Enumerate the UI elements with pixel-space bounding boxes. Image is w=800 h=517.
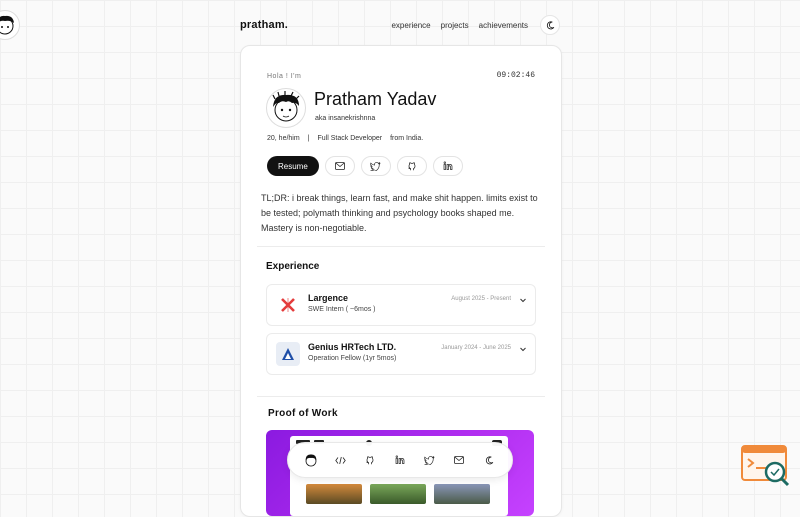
proof-of-work-heading: Proof of Work (268, 408, 338, 419)
project-thumbnail (306, 484, 362, 504)
genius-hrtech-logo (276, 342, 300, 366)
code-icon (335, 456, 346, 464)
chevron-down-icon[interactable] (519, 296, 527, 304)
twitter-icon (424, 455, 435, 465)
mail-icon (454, 456, 465, 464)
experience-date: August 2025 - Present (451, 296, 511, 302)
project-thumbnail (434, 484, 490, 504)
experience-heading: Experience (266, 261, 320, 272)
profile-avatar (266, 88, 306, 128)
divider (257, 396, 545, 397)
nav-achievements[interactable]: achievements (479, 21, 528, 30)
dock-linkedin[interactable] (391, 451, 409, 469)
chevron-down-icon[interactable] (519, 345, 527, 353)
largence-logo (276, 293, 300, 317)
clock: 09:02:46 (496, 71, 535, 80)
resume-button[interactable]: Resume (267, 156, 319, 176)
experience-item-genius-hrtech[interactable]: Genius HRTech LTD. Operation Fellow (1yr… (266, 333, 536, 375)
github-button[interactable] (396, 156, 427, 176)
nav-projects[interactable]: projects (441, 21, 469, 30)
divider (257, 246, 545, 247)
nav-experience[interactable]: experience (391, 21, 430, 30)
nav-links: experience projects achievements (391, 15, 560, 35)
moon-icon (546, 20, 554, 29)
moon-icon (485, 455, 493, 464)
profile-meta: 20, he/him | Full Stack Developer from I… (267, 135, 423, 142)
dock-theme-toggle[interactable] (480, 451, 498, 469)
floating-assistant-widget[interactable] (740, 443, 792, 489)
age-pronouns: 20, he/him (267, 135, 300, 142)
dock-email[interactable] (450, 451, 468, 469)
experience-role: SWE Intern ( ~6mos ) (308, 306, 376, 313)
meta-separator: | (307, 135, 310, 142)
github-icon (408, 162, 416, 171)
code-search-icon (741, 445, 790, 487)
floating-dock (287, 442, 513, 478)
experience-role: Operation Fellow (1yr 5mos) (308, 355, 397, 362)
theme-toggle-button[interactable] (540, 15, 560, 35)
bio-text: TL;DR: i break things, learn fast, and m… (261, 193, 538, 233)
email-button[interactable] (324, 156, 355, 176)
linkedin-button[interactable] (432, 156, 463, 176)
corner-avatar[interactable] (0, 10, 20, 40)
site-logo[interactable]: pratham. (240, 19, 288, 31)
profile-role: Full Stack Developer (317, 135, 383, 142)
mail-icon (334, 162, 345, 170)
dock-home-avatar[interactable] (302, 451, 320, 469)
greeting-text: Hola ! I'm (267, 73, 302, 80)
experience-date: January 2024 - June 2025 (441, 345, 511, 351)
experience-company: Genius HRTech LTD. (308, 342, 397, 352)
experience-item-largence[interactable]: Largence SWE Intern ( ~6mos ) August 202… (266, 284, 536, 326)
dock-twitter[interactable] (421, 451, 439, 469)
profile-name: Pratham Yadav (314, 89, 437, 109)
twitter-icon (370, 161, 381, 171)
dock-github[interactable] (361, 451, 379, 469)
linkedin-icon (443, 161, 453, 170)
profile-location: from India. (390, 135, 424, 142)
profile-alias: aka insanekrishnna (315, 115, 376, 122)
avatar (302, 452, 319, 468)
top-navbar: pratham. experience projects achievement… (240, 14, 560, 36)
dock-projects[interactable] (332, 451, 350, 469)
linkedin-icon (395, 455, 405, 464)
github-icon (366, 456, 374, 465)
experience-company: Largence (308, 293, 349, 303)
action-buttons: Resume (267, 156, 463, 176)
twitter-button[interactable] (360, 156, 391, 176)
project-thumbnail (370, 484, 426, 504)
